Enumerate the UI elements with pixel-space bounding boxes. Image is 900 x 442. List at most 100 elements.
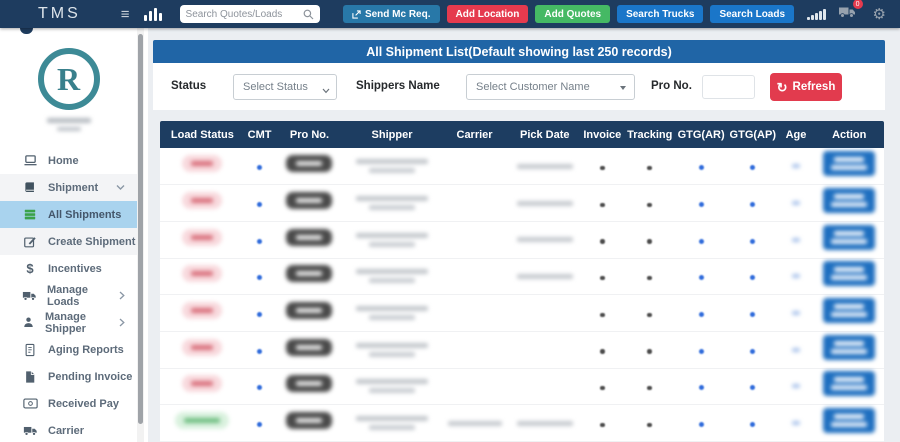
- hamburger-menu-icon[interactable]: ≡: [121, 7, 130, 22]
- cell-tracking: [625, 258, 675, 295]
- pro-number-badge[interactable]: [286, 339, 332, 356]
- cell-pick-date: [510, 368, 580, 405]
- cmt-indicator-icon[interactable]: [257, 202, 262, 207]
- cell-action[interactable]: [814, 368, 884, 405]
- cell-pro-no[interactable]: [274, 405, 344, 442]
- cmt-indicator-icon[interactable]: [257, 422, 262, 427]
- cell-pro-no[interactable]: [274, 368, 344, 405]
- redacted-text-bar: [191, 161, 213, 166]
- pro-number-badge[interactable]: [286, 229, 332, 246]
- action-button[interactable]: [823, 371, 875, 396]
- signal-bars-icon[interactable]: [807, 8, 826, 20]
- cell-gtg-ar: [675, 368, 728, 405]
- cell-action[interactable]: [814, 258, 884, 295]
- column-header-gtg-ar: GTG(AR): [675, 121, 728, 148]
- cell-pick-date: [510, 331, 580, 368]
- truck-icon: [22, 424, 38, 437]
- pro-number-badge[interactable]: [286, 375, 332, 392]
- cell-cmt[interactable]: [245, 185, 275, 222]
- cell-carrier: [439, 405, 509, 442]
- settings-gear-icon[interactable]: ⚙: [873, 7, 886, 22]
- sidebar-item-manage-loads[interactable]: Manage Loads: [0, 282, 137, 309]
- status-select[interactable]: Select Status: [233, 74, 337, 100]
- sidebar-item-all-shipments[interactable]: All Shipments: [0, 201, 137, 228]
- add-location-button[interactable]: Add Location: [447, 5, 529, 23]
- sidebar-scrollbar-thumb[interactable]: [138, 34, 143, 424]
- cmt-indicator-icon[interactable]: [257, 165, 262, 170]
- cell-cmt[interactable]: [245, 368, 275, 405]
- cell-action[interactable]: [814, 331, 884, 368]
- cell-action[interactable]: [814, 148, 884, 185]
- action-button[interactable]: [823, 408, 875, 433]
- cell-pro-no[interactable]: [274, 331, 344, 368]
- age-value: [778, 201, 815, 205]
- cmt-indicator-icon[interactable]: [257, 312, 262, 317]
- action-button[interactable]: [823, 261, 875, 286]
- refresh-button[interactable]: ↻ Refresh: [770, 73, 842, 101]
- pro-number-badge[interactable]: [286, 302, 332, 319]
- sidebar-scroll-indicator: [20, 28, 33, 34]
- truck-notification[interactable]: 0: [838, 4, 857, 24]
- cell-cmt[interactable]: [245, 221, 275, 258]
- cmt-indicator-icon[interactable]: [257, 349, 262, 354]
- cell-action[interactable]: [814, 221, 884, 258]
- redacted-text-bar: [831, 165, 867, 170]
- pro-number-badge[interactable]: [286, 155, 332, 172]
- search-input[interactable]: [186, 9, 303, 20]
- send-mc-req-button[interactable]: Send Mc Req.: [343, 5, 440, 23]
- cell-pro-no[interactable]: [274, 185, 344, 222]
- cell-gtg-ar: [675, 405, 728, 442]
- cell-cmt[interactable]: [245, 258, 275, 295]
- sidebar-item-shipment[interactable]: Shipment: [0, 174, 137, 201]
- pro-no-input[interactable]: [702, 75, 755, 99]
- analytics-icon[interactable]: [144, 7, 162, 21]
- sidebar-item-manage-shipper[interactable]: Manage Shipper: [0, 309, 137, 336]
- dollar-icon: $: [22, 261, 38, 276]
- pro-number-badge[interactable]: [286, 192, 332, 209]
- chevron-down-icon: [116, 184, 125, 191]
- shipper-name: [345, 379, 440, 393]
- sidebar-item-aging-reports[interactable]: Aging Reports: [0, 336, 137, 363]
- cell-action[interactable]: [814, 405, 884, 442]
- cell-gtg-ap: [728, 331, 778, 368]
- cmt-indicator-icon[interactable]: [257, 275, 262, 280]
- action-button[interactable]: [823, 188, 875, 213]
- cell-pro-no[interactable]: [274, 295, 344, 332]
- sidebar-item-create-shipment[interactable]: Create Shipment: [0, 228, 137, 255]
- cell-action[interactable]: [814, 295, 884, 332]
- search-trucks-button[interactable]: Search Trucks: [617, 5, 703, 23]
- cell-invoice: [580, 258, 625, 295]
- action-button[interactable]: [823, 225, 875, 250]
- cell-load-status: [160, 148, 245, 185]
- cell-action[interactable]: [814, 185, 884, 222]
- action-button[interactable]: [823, 151, 875, 176]
- sidebar-item-received-pay[interactable]: Received Pay: [0, 390, 137, 417]
- cell-pro-no[interactable]: [274, 148, 344, 185]
- chevron-right-icon: [119, 318, 125, 327]
- gtg-ar-indicator-icon: [699, 202, 704, 207]
- cell-pro-no[interactable]: [274, 258, 344, 295]
- cell-pro-no[interactable]: [274, 221, 344, 258]
- action-button[interactable]: [823, 298, 875, 323]
- cell-cmt[interactable]: [245, 331, 275, 368]
- redacted-text-bar: [191, 381, 213, 386]
- cmt-indicator-icon[interactable]: [257, 385, 262, 390]
- sidebar-item-label: All Shipments: [48, 209, 121, 221]
- add-quotes-button[interactable]: Add Quotes: [535, 5, 610, 23]
- cmt-indicator-icon[interactable]: [257, 239, 262, 244]
- redacted-text-bar: [792, 164, 800, 168]
- sidebar-item-pending-invoice[interactable]: Pending Invoice: [0, 363, 137, 390]
- pro-number-badge[interactable]: [286, 412, 332, 429]
- sidebar-item-incentives[interactable]: $ Incentives: [0, 255, 137, 282]
- sidebar-item-home[interactable]: Home: [0, 147, 137, 174]
- cell-cmt[interactable]: [245, 148, 275, 185]
- quotes-loads-search[interactable]: [180, 5, 320, 23]
- pro-number-badge[interactable]: [286, 265, 332, 282]
- cell-cmt[interactable]: [245, 405, 275, 442]
- action-button[interactable]: [823, 335, 875, 360]
- cell-cmt[interactable]: [245, 295, 275, 332]
- search-loads-button[interactable]: Search Loads: [710, 5, 794, 23]
- cell-load-status: [160, 221, 245, 258]
- customer-select[interactable]: Select Customer Name: [466, 74, 635, 100]
- sidebar-item-carrier[interactable]: Carrier: [0, 417, 137, 442]
